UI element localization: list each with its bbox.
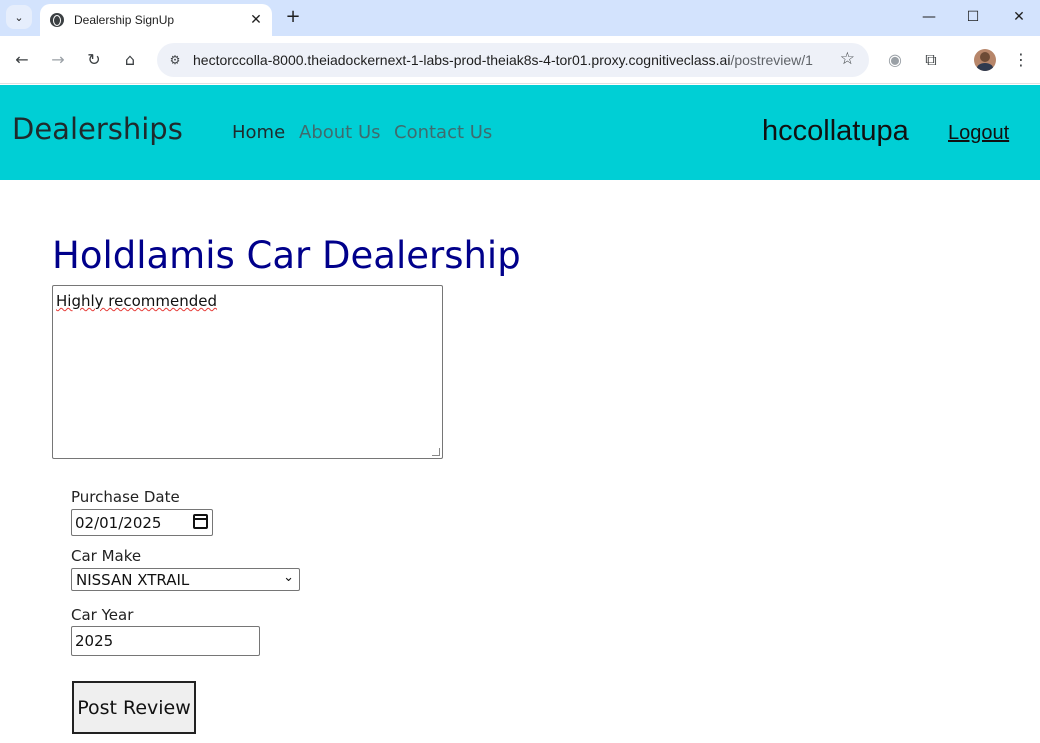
- car-make-label: Car Make: [71, 547, 142, 565]
- logout-link[interactable]: Logout: [948, 122, 1009, 145]
- car-make-select[interactable]: NISSAN XTRAIL ⌄: [71, 568, 300, 591]
- extensions-icon[interactable]: ⧉: [919, 48, 943, 72]
- site-info-icon[interactable]: ⚙: [165, 50, 185, 70]
- purchase-date-input[interactable]: 02/01/2025: [71, 509, 213, 536]
- minimize-icon[interactable]: —: [918, 6, 940, 28]
- car-year-label: Car Year: [71, 606, 134, 624]
- purchase-date-label: Purchase Date: [71, 488, 180, 506]
- browser-tab[interactable]: Dealership SignUp ✕: [40, 4, 272, 36]
- menu-icon[interactable]: ⋮: [1009, 48, 1033, 72]
- browser-tab-bar: ⌄ Dealership SignUp ✕ + — ☐ ✕: [0, 0, 1040, 36]
- camera-icon[interactable]: ◉: [883, 48, 907, 72]
- url-text[interactable]: hectorccolla-8000.theiadockernext-1-labs…: [193, 52, 813, 68]
- back-icon[interactable]: ←: [10, 48, 34, 72]
- review-text-content: Highly recommended: [56, 292, 218, 310]
- review-textarea[interactable]: Highly recommended: [52, 285, 443, 459]
- post-review-button[interactable]: Post Review: [72, 681, 196, 734]
- dealer-name-heading: Holdlamis Car Dealership: [52, 234, 521, 277]
- brand-title[interactable]: Dealerships: [12, 112, 183, 146]
- car-make-value: NISSAN XTRAIL: [76, 571, 190, 589]
- new-tab-button[interactable]: +: [282, 6, 304, 28]
- star-icon[interactable]: ☆: [840, 49, 855, 69]
- maximize-icon[interactable]: ☐: [962, 6, 984, 28]
- nav-about-us[interactable]: About Us: [299, 122, 381, 143]
- car-year-value: 2025: [75, 632, 114, 650]
- globe-icon: [50, 13, 64, 27]
- resize-grip-icon[interactable]: [432, 448, 440, 456]
- nav-home[interactable]: Home: [232, 122, 285, 143]
- url-host: hectorccolla-8000.theiadockernext-1-labs…: [193, 52, 731, 68]
- site-navbar: Dealerships Home About Us Contact Us hcc…: [0, 85, 1040, 180]
- close-icon[interactable]: ✕: [1008, 6, 1030, 28]
- car-year-input[interactable]: 2025: [71, 626, 260, 656]
- reload-icon[interactable]: ↻: [82, 48, 106, 72]
- username-label: hccollatupa: [762, 115, 909, 147]
- profile-avatar[interactable]: [974, 49, 996, 71]
- url-path: /postreview/1: [730, 52, 813, 68]
- tab-search-icon[interactable]: ⌄: [6, 5, 32, 29]
- purchase-date-value: 02/01/2025: [75, 514, 162, 532]
- home-icon[interactable]: ⌂: [118, 48, 142, 72]
- chevron-down-icon: ⌄: [283, 570, 294, 585]
- forward-icon[interactable]: →: [46, 48, 70, 72]
- browser-toolbar: ← → ↻ ⌂ ⚙ hectorccolla-8000.theiadockern…: [0, 36, 1040, 84]
- tab-close-icon[interactable]: ✕: [246, 12, 266, 28]
- tab-title: Dealership SignUp: [74, 13, 175, 27]
- nav-contact-us[interactable]: Contact Us: [394, 122, 492, 143]
- address-bar[interactable]: ⚙ hectorccolla-8000.theiadockernext-1-la…: [157, 43, 869, 77]
- calendar-icon[interactable]: [193, 514, 208, 529]
